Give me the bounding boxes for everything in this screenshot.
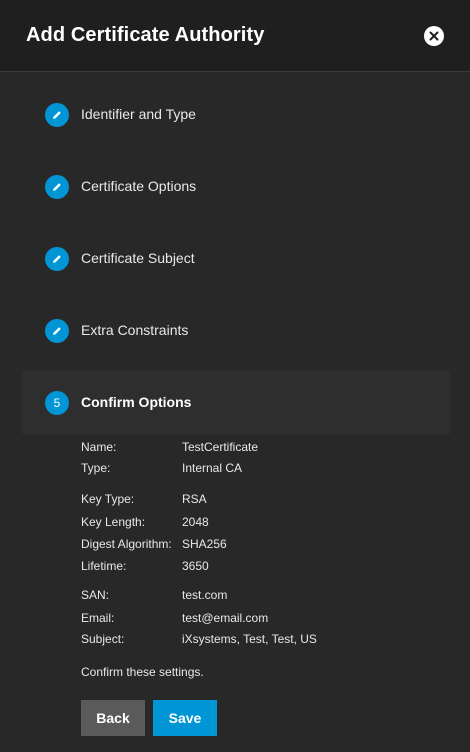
step-identifier-and-type[interactable]: Identifier and Type	[22, 82, 450, 146]
pencil-icon	[53, 111, 61, 119]
summary-value: Internal CA	[182, 461, 243, 475]
summary-value: test.com	[182, 588, 228, 602]
dialog-title: Add Certificate Authority	[26, 24, 265, 46]
pencil-icon	[53, 183, 61, 191]
dialog-header: Add Certificate Authority	[0, 0, 470, 72]
step-extra-constraints[interactable]: Extra Constraints	[22, 298, 450, 362]
step-label: Extra Constraints	[81, 322, 189, 338]
step-label: Identifier and Type	[81, 106, 196, 122]
summary-key: SAN:	[81, 588, 110, 602]
step-label: Certificate Options	[81, 178, 197, 194]
save-button[interactable]: Save	[153, 700, 217, 736]
step-certificate-options[interactable]: Certificate Options	[22, 154, 450, 218]
summary-key: Subject:	[81, 632, 125, 646]
summary-key: Digest Algorithm:	[81, 537, 172, 551]
step-number-badge: 5	[45, 391, 69, 415]
summary-value: 2048	[182, 515, 209, 529]
summary-key: Email:	[81, 611, 115, 625]
step-edit-button[interactable]	[45, 103, 69, 127]
pencil-icon	[53, 327, 61, 335]
summary-value: 3650	[182, 559, 209, 573]
summary-key: Type:	[81, 461, 111, 475]
step-label: Certificate Subject	[81, 250, 195, 266]
summary-value: iXsystems, Test, Test, US	[182, 632, 317, 646]
step-label: Confirm Options	[81, 394, 192, 410]
summary-key: Name:	[81, 440, 117, 454]
close-icon	[429, 31, 439, 41]
summary-value: TestCertificate	[182, 440, 259, 454]
summary-key: Lifetime:	[81, 559, 127, 573]
summary-value: RSA	[182, 492, 207, 506]
summary-value: test@email.com	[182, 611, 269, 625]
confirm-message: Confirm these settings.	[81, 665, 204, 679]
step-confirm-options[interactable]: 5 Confirm Options	[22, 370, 450, 434]
close-button[interactable]	[424, 26, 444, 46]
summary-key: Key Type:	[81, 492, 135, 506]
step-certificate-subject[interactable]: Certificate Subject	[22, 226, 450, 290]
pencil-icon	[53, 255, 61, 263]
summary-key: Key Length:	[81, 515, 146, 529]
summary-value: SHA256	[182, 537, 227, 551]
back-button[interactable]: Back	[81, 700, 145, 736]
step-edit-button[interactable]	[45, 247, 69, 271]
step-edit-button[interactable]	[45, 319, 69, 343]
step-edit-button[interactable]	[45, 175, 69, 199]
